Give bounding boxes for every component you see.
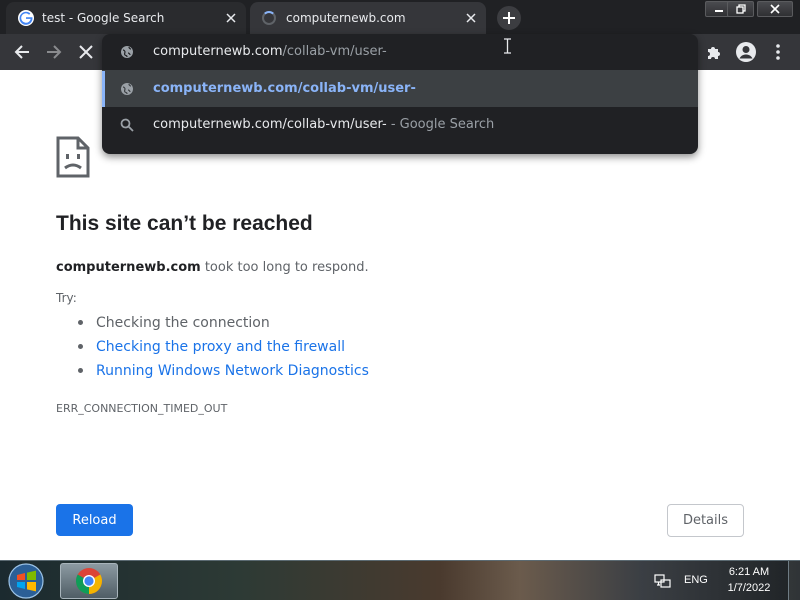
account-circle-icon [736, 42, 756, 62]
error-description: computernewb.com took too long to respon… [56, 260, 369, 275]
new-tab-button[interactable] [497, 6, 521, 30]
clock-date: 1/7/2022 [727, 582, 771, 594]
close-icon[interactable] [462, 9, 480, 27]
address-path: /collab-vm/user- [282, 44, 387, 59]
google-g-icon [18, 10, 34, 26]
tab-strip: test - Google Search computernewb.com [0, 0, 800, 34]
reload-button[interactable]: Reload [56, 504, 133, 536]
chrome-logo-icon [75, 568, 103, 595]
tab-google-search[interactable]: test - Google Search [6, 2, 246, 34]
system-clock[interactable]: 6:21 AM 1/7/2022 [720, 564, 778, 596]
suggestion-suffix: - Google Search [386, 117, 495, 132]
list-item: Checking the connection [78, 314, 369, 338]
suggestion-text: computernewb.com/collab-vm/user- - Googl… [153, 117, 494, 132]
restore-button[interactable] [727, 1, 754, 17]
back-arrow-icon [14, 45, 29, 59]
try-label: Try: [56, 291, 77, 305]
close-icon[interactable] [222, 9, 240, 27]
show-desktop-button[interactable] [788, 561, 800, 600]
puzzle-piece-icon [708, 47, 720, 59]
minimize-icon [714, 10, 723, 12]
omnibox: computernewb.com/collab-vm/user- compute… [102, 34, 698, 154]
selection-marker [102, 71, 105, 107]
close-window-button[interactable] [757, 1, 793, 17]
clock-time: 6:21 AM [728, 566, 770, 578]
close-icon [770, 4, 780, 14]
address-input[interactable]: computernewb.com/collab-vm/user- [153, 44, 387, 59]
omnibox-suggestion-url[interactable]: computernewb.com/collab-vm/user- [102, 71, 698, 107]
restore-icon [735, 4, 746, 14]
windows-orb-icon [8, 563, 44, 599]
forward-button[interactable] [40, 38, 68, 66]
taskbar-chrome-button[interactable] [60, 563, 118, 599]
search-icon [119, 117, 135, 133]
omnibox-suggestion-search[interactable]: computernewb.com/collab-vm/user- - Googl… [102, 107, 698, 143]
troubleshoot-list: Checking the connection Checking the pro… [78, 314, 369, 386]
tab-title: test - Google Search [42, 11, 165, 25]
address-host: computernewb.com [153, 44, 283, 59]
proxy-firewall-link[interactable]: Checking the proxy and the firewall [78, 338, 369, 362]
error-title: This site can’t be reached [56, 212, 313, 235]
start-button[interactable] [4, 562, 48, 600]
globe-icon [119, 44, 135, 60]
forward-arrow-icon [47, 45, 62, 59]
suggestion-query: computernewb.com/collab-vm/user- [153, 117, 387, 132]
tab-title: computernewb.com [286, 11, 406, 25]
tab-computernewb[interactable]: computernewb.com [250, 2, 486, 34]
error-message: took too long to respond. [200, 260, 369, 275]
windows-taskbar: ENG 6:21 AM 1/7/2022 [0, 560, 800, 600]
network-diagnostics-link[interactable]: Running Windows Network Diagnostics [78, 362, 369, 386]
language-indicator[interactable]: ENG [684, 574, 708, 586]
back-button[interactable] [8, 38, 36, 66]
kebab-menu-icon [776, 44, 780, 60]
profile-button[interactable] [732, 38, 760, 66]
error-code: ERR_CONNECTION_TIMED_OUT [56, 402, 228, 415]
network-icon[interactable] [654, 572, 672, 590]
menu-button[interactable] [764, 38, 792, 66]
error-host: computernewb.com [56, 260, 201, 275]
loading-spinner-icon [262, 11, 276, 25]
stop-icon [79, 45, 93, 59]
address-bar[interactable]: computernewb.com/collab-vm/user- [102, 34, 698, 70]
suggestion-text: computernewb.com/collab-vm/user- [153, 81, 416, 96]
plus-icon [503, 12, 515, 24]
globe-icon [119, 81, 135, 97]
sad-page-icon [56, 136, 90, 178]
text-cursor-icon [504, 38, 511, 54]
stop-button[interactable] [72, 38, 100, 66]
details-button[interactable]: Details [667, 504, 744, 537]
extensions-button[interactable] [700, 38, 728, 66]
